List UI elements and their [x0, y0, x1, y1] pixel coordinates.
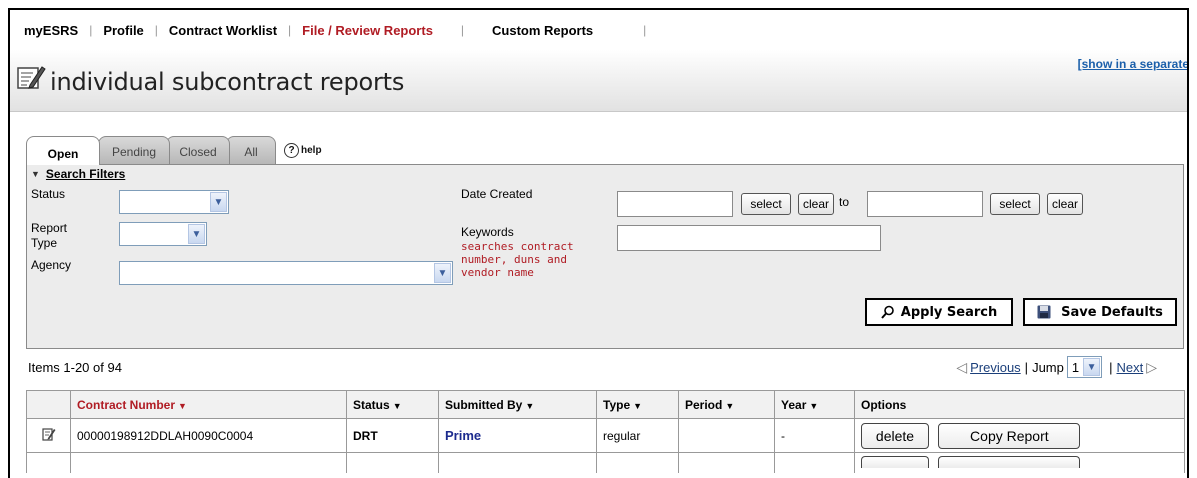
table-row: 00000198912DDLAH0090C0004 DRT Prime regu…	[26, 418, 1185, 453]
to-label: to	[839, 195, 850, 209]
options-cell	[854, 452, 1185, 473]
edit-row-cell[interactable]	[26, 418, 71, 453]
options-cell: delete Copy Report	[854, 418, 1185, 453]
nav-file-review-reports[interactable]: File / Review Reports	[302, 23, 433, 38]
period-header[interactable]: Period ▼	[678, 390, 775, 419]
delete-button[interactable]: delete	[861, 422, 929, 449]
save-defaults-button[interactable]: Save Defaults	[1023, 298, 1177, 326]
date-from-clear-button[interactable]: clear	[798, 193, 834, 215]
tab-all[interactable]: All	[226, 136, 276, 164]
keywords-hint: searches contract number, duns and vendo…	[461, 240, 574, 279]
help-icon: ?	[284, 143, 299, 158]
table-header-row: Contract Number ▼ Status ▼ Submitted By ▼ T…	[26, 390, 1185, 419]
nav-contract-worklist[interactable]: Contract Worklist	[169, 23, 277, 38]
reports-table: Contract Number ▼ Status ▼ Submitted By ▼ T…	[26, 390, 1185, 473]
type-header[interactable]: Type ▼	[596, 390, 679, 419]
agency-select[interactable]: ▼	[119, 261, 453, 285]
floppy-disk-icon	[1037, 305, 1051, 319]
status-select[interactable]: ▼	[119, 190, 229, 214]
date-from-select-button[interactable]: select	[741, 193, 791, 215]
submitted-by-cell: Prime	[438, 418, 597, 453]
period-cell	[678, 418, 775, 453]
status-label: Status	[31, 187, 66, 201]
show-separate-window-link[interactable]: [show in a separate windo	[1078, 57, 1187, 71]
chevron-down-icon: ▼	[188, 224, 205, 244]
chevron-down-icon: ▼	[1083, 358, 1101, 376]
next-arrow-icon: ▷	[1146, 358, 1157, 375]
contract-number-header[interactable]: Contract Number ▼	[70, 390, 347, 419]
tab-closed[interactable]: Closed	[166, 136, 230, 164]
magnifier-icon	[881, 305, 894, 319]
sort-arrow-icon: ▼	[633, 400, 643, 411]
previous-arrow-icon: ◁	[956, 358, 968, 375]
nav-myesrs[interactable]: myESRS	[24, 23, 78, 38]
chevron-down-icon: ▼	[210, 192, 227, 212]
sort-arrow-icon: ▼	[725, 400, 735, 411]
edit-document-icon	[17, 66, 46, 89]
app-window: myESRS | Profile | Contract Worklist | F…	[8, 8, 1189, 478]
date-to-clear-button[interactable]: clear	[1047, 193, 1083, 215]
items-count: Items 1-20 of 94	[28, 360, 122, 375]
type-cell: regular	[596, 418, 679, 453]
previous-page-link[interactable]: Previous	[970, 360, 1021, 375]
status-header[interactable]: Status ▼	[346, 390, 439, 419]
search-filters-toggle[interactable]: ▼ Search Filters	[31, 167, 125, 181]
edit-report-icon	[41, 428, 55, 441]
page-header: individual subcontract reports [show in …	[10, 50, 1187, 112]
tab-pending[interactable]: Pending	[98, 136, 170, 164]
help-link[interactable]: ? help	[284, 143, 322, 158]
sort-arrow-icon: ▼	[178, 400, 187, 411]
table-row	[26, 452, 1185, 473]
year-cell: -	[774, 418, 855, 453]
keywords-label: Keywords	[461, 225, 514, 239]
date-created-label: Date Created	[461, 187, 533, 201]
submitted-by-header[interactable]: Submitted By ▼	[438, 390, 597, 419]
top-nav: myESRS | Profile | Contract Worklist | F…	[24, 22, 647, 38]
jump-label: Jump	[1032, 359, 1064, 375]
nav-custom-reports[interactable]: Custom Reports	[492, 23, 593, 38]
status-cell: DRT	[346, 418, 439, 453]
icon-column-header	[26, 390, 71, 419]
agency-label: Agency	[31, 258, 72, 272]
report-type-label: Report Type	[31, 221, 68, 250]
sort-arrow-icon: ▼	[392, 400, 402, 411]
date-to-input[interactable]	[867, 191, 983, 217]
search-filters-panel: ▼ Search Filters Status ▼ Report Type ▼ …	[26, 164, 1184, 349]
keywords-input[interactable]	[617, 225, 881, 251]
options-header: Options	[854, 390, 1185, 419]
copy-report-button[interactable]: Copy Report	[938, 422, 1081, 449]
sort-arrow-icon: ▼	[525, 400, 535, 411]
report-type-select[interactable]: ▼	[119, 222, 207, 246]
collapse-triangle-icon: ▼	[31, 169, 40, 179]
year-header[interactable]: Year ▼	[774, 390, 855, 419]
nav-profile[interactable]: Profile	[103, 23, 143, 38]
tab-open[interactable]: Open	[26, 136, 100, 165]
pagination: ◁ Previous | Jump 1 ▼ | Next ▷	[956, 356, 1157, 378]
apply-search-button[interactable]: Apply Search	[865, 298, 1013, 326]
sort-arrow-icon: ▼	[809, 400, 819, 411]
chevron-down-icon: ▼	[434, 263, 451, 283]
page-title: individual subcontract reports	[50, 68, 405, 96]
date-from-input[interactable]	[617, 191, 733, 217]
jump-page-select[interactable]: 1 ▼	[1066, 356, 1103, 378]
date-to-select-button[interactable]: select	[990, 193, 1040, 215]
contract-number-cell: 00000198912DDLAH0090C0004	[70, 418, 347, 453]
next-page-link[interactable]: Next	[1116, 360, 1143, 375]
